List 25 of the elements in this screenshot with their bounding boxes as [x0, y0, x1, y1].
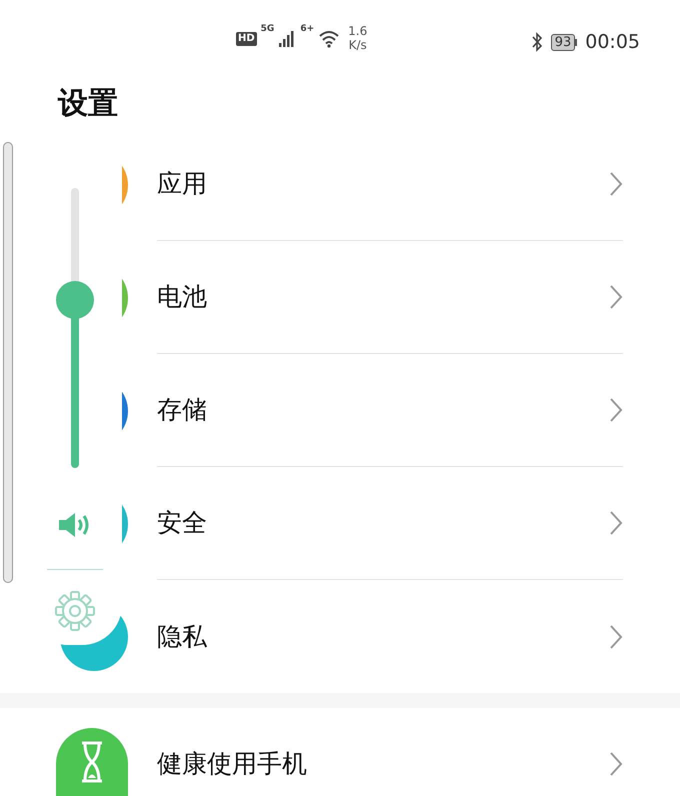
- settings-item[interactable]: 安全: [157, 467, 623, 580]
- settings-item[interactable]: 应用: [157, 128, 623, 241]
- chevron-icon: [609, 624, 623, 650]
- network-label: 5G: [260, 24, 274, 34]
- speed-value: 1.6: [348, 24, 368, 38]
- settings-item[interactable]: 健康使用手机: [157, 728, 623, 796]
- bluetooth-icon: [530, 32, 543, 52]
- settings-item[interactable]: 存储: [157, 354, 623, 467]
- hd-badge: HD: [236, 32, 257, 46]
- chevron-icon: [609, 171, 623, 197]
- signal-icon: [278, 28, 296, 48]
- speed-unit: K/s: [348, 38, 368, 52]
- settings-icon[interactable]: [55, 591, 95, 631]
- wifi-label: 6+: [300, 24, 314, 34]
- settings-item[interactable]: 隐私: [157, 580, 623, 693]
- chevron-icon: [609, 510, 623, 536]
- slider-thumb[interactable]: [56, 281, 94, 319]
- time-text: 00:05: [585, 30, 640, 55]
- wifi-icon: [318, 28, 340, 48]
- chevron-icon: [609, 751, 623, 777]
- chevron-icon: [609, 284, 623, 310]
- chevron-icon: [609, 397, 623, 423]
- page-title: 设置: [56, 85, 119, 123]
- settings-item[interactable]: 电池: [157, 241, 623, 354]
- battery-level: 93: [550, 34, 576, 51]
